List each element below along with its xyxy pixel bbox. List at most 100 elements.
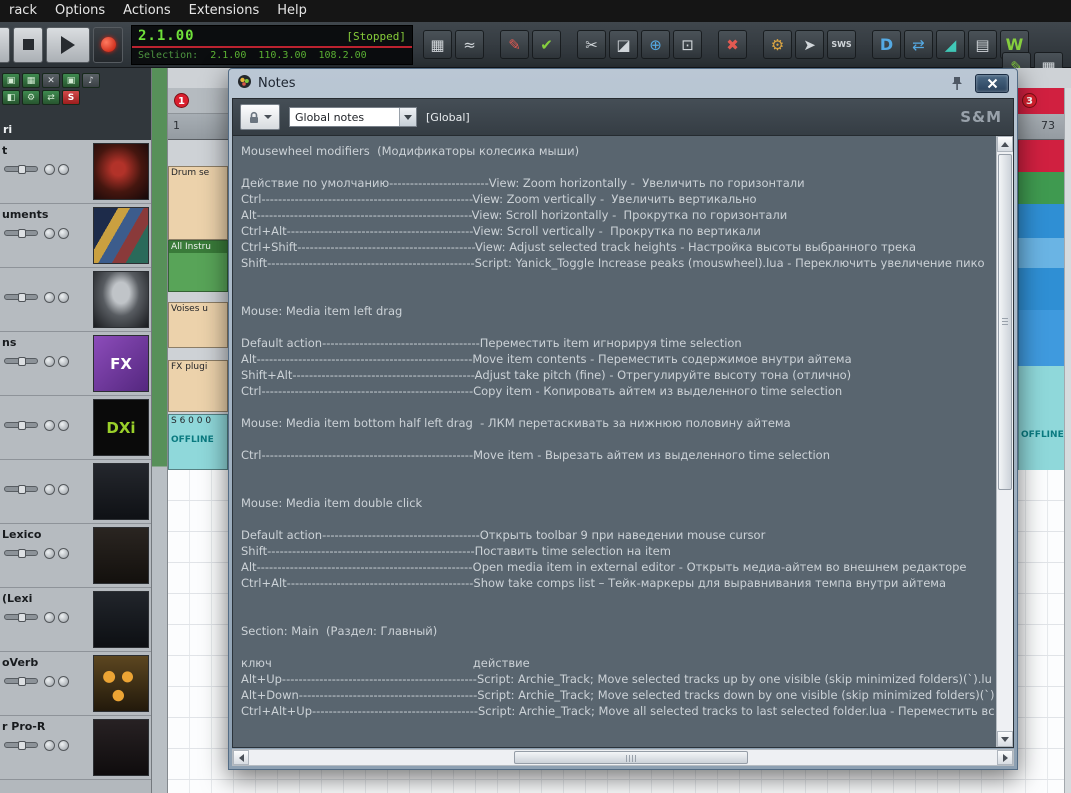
vertical-scrollbar[interactable] [996,136,1013,747]
track-row[interactable]: Lexico [0,524,151,588]
track-row[interactable]: DXi [0,396,151,460]
link-button[interactable]: ⇄ [42,90,60,105]
volume-slider[interactable] [4,229,38,238]
menu-track[interactable]: rack [0,0,46,22]
hscrollbar-thumb[interactable] [513,751,748,764]
record-arm-button[interactable] [44,292,55,303]
remove-fx-icon[interactable]: ✖ [718,30,747,59]
automation-icon[interactable]: ✎ [500,30,529,59]
track-row[interactable] [0,268,151,332]
stop-button[interactable] [13,26,43,63]
slider-knob[interactable] [18,613,26,622]
scroll-left-button[interactable] [233,750,249,765]
slider-knob[interactable] [18,549,26,558]
media-item-right[interactable] [1018,238,1064,268]
record-arm-button[interactable] [44,164,55,175]
rewind-button[interactable] [0,26,10,63]
media-item-right[interactable] [1018,310,1064,366]
monitor-button[interactable] [58,292,69,303]
volume-slider[interactable] [4,357,38,366]
monitor-button[interactable]: ▣ [62,73,80,88]
record-arm-button[interactable] [44,548,55,559]
menu-extensions[interactable]: Extensions [180,0,269,22]
slider-knob[interactable] [18,229,26,238]
midi-button[interactable]: ♪ [82,73,100,88]
track-row[interactable]: uments [0,204,151,268]
volume-slider[interactable] [4,613,38,622]
wrench-icon[interactable]: ⚙ [763,30,792,59]
notes-type-dropdown[interactable]: Global notes [289,107,417,127]
track-thumbnail[interactable]: DXi [93,399,149,456]
volume-slider[interactable] [4,421,38,430]
slider-knob[interactable] [18,293,26,302]
scrollbar-track[interactable] [997,152,1013,731]
media-item-drums[interactable]: Drum se [168,166,228,240]
monitor-button[interactable] [58,548,69,559]
menu-actions[interactable]: Actions [114,0,180,22]
pin-button[interactable] [945,75,969,93]
panel-divider[interactable] [152,68,168,793]
track-thumbnail[interactable] [93,527,149,584]
record-arm-button[interactable] [44,484,55,495]
track-thumbnail[interactable]: FX [93,335,149,392]
volume-slider[interactable] [4,293,38,302]
slider-knob[interactable] [18,485,26,494]
scroll-down-button[interactable] [997,731,1013,747]
monitor-button[interactable] [58,740,69,751]
media-item-right[interactable] [1018,204,1064,238]
notes-title-bar[interactable]: Notes [232,69,1014,98]
slider-knob[interactable] [18,165,26,174]
record-arm-button[interactable] [44,740,55,751]
track-row[interactable]: t [0,140,151,204]
monitor-button[interactable] [58,356,69,367]
monitor-button[interactable] [58,420,69,431]
time-display[interactable]: 2.1.00 [Stopped] Selection: 2.1.00 110.3… [131,24,413,65]
slider-knob[interactable] [18,421,26,430]
media-item-fx[interactable]: FX plugi [168,360,228,412]
arrange-scrollbar[interactable] [1064,88,1071,793]
chevron-down-icon[interactable] [399,108,416,126]
record-button[interactable] [93,26,123,63]
track-row[interactable]: r Pro-R [0,716,151,780]
media-item-voices[interactable]: Voises u [168,302,228,348]
monitor-button[interactable] [58,228,69,239]
media-item-right[interactable] [1018,140,1064,172]
slider-knob[interactable] [18,677,26,686]
volume-slider[interactable] [4,677,38,686]
cursor-icon[interactable]: ➤ [795,30,824,59]
monitor-button[interactable] [58,164,69,175]
track-thumbnail[interactable] [93,591,149,648]
track-row[interactable]: (Lexi [0,588,151,652]
record-arm-button[interactable] [44,356,55,367]
check-icon[interactable]: ✔ [532,30,561,59]
volume-slider[interactable] [4,741,38,750]
volume-slider[interactable] [4,549,38,558]
monitor-button[interactable] [58,484,69,495]
track-row[interactable] [0,460,151,524]
sws-badge-icon[interactable]: SWS [827,30,856,59]
play-button[interactable] [46,26,90,63]
media-item-right[interactable] [1018,172,1064,204]
track-thumbnail[interactable] [93,719,149,776]
zoom-in-icon[interactable]: ⊕ [641,30,670,59]
lock-button[interactable] [240,104,280,130]
track-thumbnail[interactable] [93,463,149,520]
phase-button[interactable]: ◧ [2,90,20,105]
track-thumbnail[interactable] [93,655,149,712]
track-row[interactable]: ns FX [0,332,151,396]
node-icon[interactable]: ◢ [936,30,965,59]
media-item-right[interactable] [1018,268,1064,310]
menu-help[interactable]: Help [268,0,316,22]
routing-button[interactable]: ▦ [22,73,40,88]
volume-slider[interactable] [4,165,38,174]
record-arm-button[interactable] [44,612,55,623]
media-item-sampler[interactable]: S 6 0 0 0 OFFLINE [168,414,228,470]
monitor-button[interactable] [58,676,69,687]
volume-slider[interactable] [4,485,38,494]
track-row[interactable]: oVerb [0,652,151,716]
track-thumbnail[interactable] [93,271,149,328]
track-thumbnail[interactable] [93,207,149,264]
solo-button[interactable]: S [62,90,80,105]
zoom-select-icon[interactable]: ⊡ [673,30,702,59]
menu-options[interactable]: Options [46,0,114,22]
